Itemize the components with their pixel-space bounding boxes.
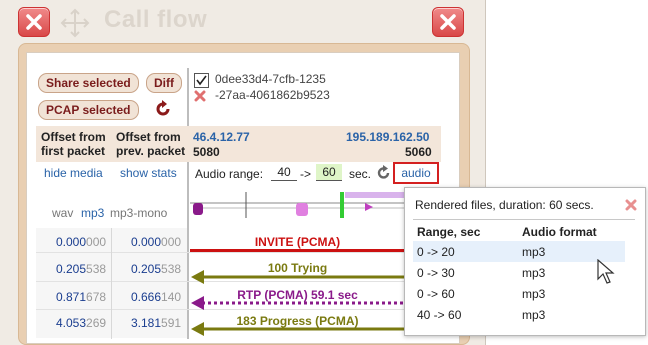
row-offset-first: 4.053269 xyxy=(56,316,106,330)
message-arrow-invite[interactable] xyxy=(190,249,405,252)
rendered-file-format: mp3 xyxy=(522,245,546,259)
right-endpoint-ip: 195.189.162.50 xyxy=(346,130,430,144)
right-endpoint-port: 5060 xyxy=(405,145,432,159)
message-arrow-100-trying[interactable] xyxy=(190,270,405,284)
audio-range-from-input[interactable]: 40 xyxy=(271,164,297,181)
popup-col-format: Audio format xyxy=(522,225,597,239)
row-offset-prev-main: 3.181 xyxy=(131,316,162,330)
popup-divider xyxy=(413,219,635,220)
window-title: Call flow xyxy=(104,6,208,33)
offset-column-divider xyxy=(111,228,112,339)
row-offset-first-dim: 538 xyxy=(86,262,107,276)
row-offset-first-dim: 678 xyxy=(86,290,107,304)
rendered-file-range: 0 -> 30 xyxy=(417,266,455,280)
close-window-button-right[interactable] xyxy=(432,7,464,37)
row-offset-first-dim: 000 xyxy=(86,235,107,249)
row-offset-prev-main: 0.000 xyxy=(131,235,162,249)
refresh-audio-icon[interactable] xyxy=(376,165,392,184)
offset-first-header-line1: Offset from xyxy=(41,130,106,144)
popup-col-range: Range, sec xyxy=(417,225,481,239)
message-arrow-183-progress[interactable] xyxy=(190,322,405,336)
audio-range-label: Audio range: xyxy=(195,167,264,181)
rendered-file-item[interactable]: 0 -> 60 mp3 xyxy=(413,283,625,304)
popup-close-icon[interactable] xyxy=(625,199,637,214)
row-separator xyxy=(36,252,441,253)
rendered-file-item[interactable]: 40 -> 60 mp3 xyxy=(413,304,625,325)
left-endpoint-port: 5080 xyxy=(193,145,220,159)
show-stats-link[interactable]: show stats xyxy=(120,166,177,180)
row-offset-first-main: 4.053 xyxy=(56,316,87,330)
message-arrow-rtp[interactable] xyxy=(190,296,405,310)
rendered-file-range: 40 -> 60 xyxy=(417,308,462,322)
offset-first-header: Offset from first packet xyxy=(41,130,106,158)
format-mp3[interactable]: mp3 xyxy=(81,206,104,220)
row-offset-prev-dim: 538 xyxy=(161,262,182,276)
share-selected-button[interactable]: Share selected xyxy=(38,73,139,93)
mouse-cursor-icon xyxy=(597,258,615,288)
row-offset-first-dim: 269 xyxy=(86,316,107,330)
hide-media-link[interactable]: hide media xyxy=(44,166,103,180)
rendered-files-popup: Rendered files, duration: 60 secs. Range… xyxy=(404,187,646,336)
close-icon xyxy=(26,14,42,30)
offset-first-header-line2: first packet xyxy=(41,144,106,158)
row-offset-prev-dim: 591 xyxy=(161,316,182,330)
title-bar: Call flow xyxy=(0,0,485,44)
row-offset-prev: 0.205538 xyxy=(131,262,181,276)
popup-header: Rendered files, duration: 60 secs. xyxy=(415,198,594,212)
rendered-file-range: 0 -> 60 xyxy=(417,287,455,301)
audio-timeline xyxy=(190,186,405,226)
rendered-file-format: mp3 xyxy=(522,287,546,301)
offset-prev-header-line1: Offset from xyxy=(116,130,181,144)
row-offset-prev-main: 0.666 xyxy=(131,290,162,304)
call-checkbox[interactable] xyxy=(194,73,209,88)
row-offset-first-main: 0.871 xyxy=(56,290,87,304)
call-id-line2: -27aa-4061862b9523 xyxy=(215,88,330,102)
remove-call-icon[interactable] xyxy=(194,90,206,105)
format-wav[interactable]: wav xyxy=(52,206,73,220)
row-offset-first: 0.000000 xyxy=(56,235,106,249)
format-mp3-mono[interactable]: mp3-mono xyxy=(110,206,167,220)
offset-prev-header: Offset from prev. packet xyxy=(116,130,185,158)
rendered-file-item[interactable]: 0 -> 30 mp3 xyxy=(413,262,625,283)
offset-prev-header-line2: prev. packet xyxy=(116,144,186,158)
audio-button[interactable]: audio xyxy=(393,162,439,184)
row-offset-prev-dim: 140 xyxy=(161,290,182,304)
row-offset-prev: 0.000000 xyxy=(131,235,181,249)
row-offset-prev-dim: 000 xyxy=(161,235,182,249)
close-icon xyxy=(440,14,456,30)
audio-range-arrow: -> xyxy=(300,167,312,181)
pcap-selected-button[interactable]: PCAP selected xyxy=(38,100,139,120)
move-icon[interactable] xyxy=(60,8,90,41)
close-window-button[interactable] xyxy=(18,7,50,37)
rendered-file-format: mp3 xyxy=(522,308,546,322)
left-endpoint-ip: 46.4.12.77 xyxy=(193,130,250,144)
message-label-invite[interactable]: INVITE (PCMA) xyxy=(190,235,405,249)
column-divider xyxy=(187,68,189,339)
row-offset-prev: 3.181591 xyxy=(131,316,181,330)
rendered-file-format: mp3 xyxy=(522,266,546,280)
call-id-line1: 0dee33d4-7cfb-1235 xyxy=(215,72,326,86)
audio-range-to-input[interactable]: 60 xyxy=(316,164,342,181)
row-offset-first-main: 0.205 xyxy=(56,262,87,276)
diff-button[interactable]: Diff xyxy=(146,73,182,93)
rendered-file-range: 0 -> 20 xyxy=(417,245,455,259)
refresh-icon[interactable] xyxy=(154,100,172,121)
row-offset-prev-main: 0.205 xyxy=(131,262,162,276)
audio-range-unit: sec. xyxy=(349,167,372,181)
row-offset-first: 0.871678 xyxy=(56,290,106,304)
row-offset-first-main: 0.000 xyxy=(56,235,87,249)
row-offset-first: 0.205538 xyxy=(56,262,106,276)
row-offset-prev: 0.666140 xyxy=(131,290,181,304)
rendered-file-item[interactable]: 0 -> 20 mp3 xyxy=(413,241,625,262)
